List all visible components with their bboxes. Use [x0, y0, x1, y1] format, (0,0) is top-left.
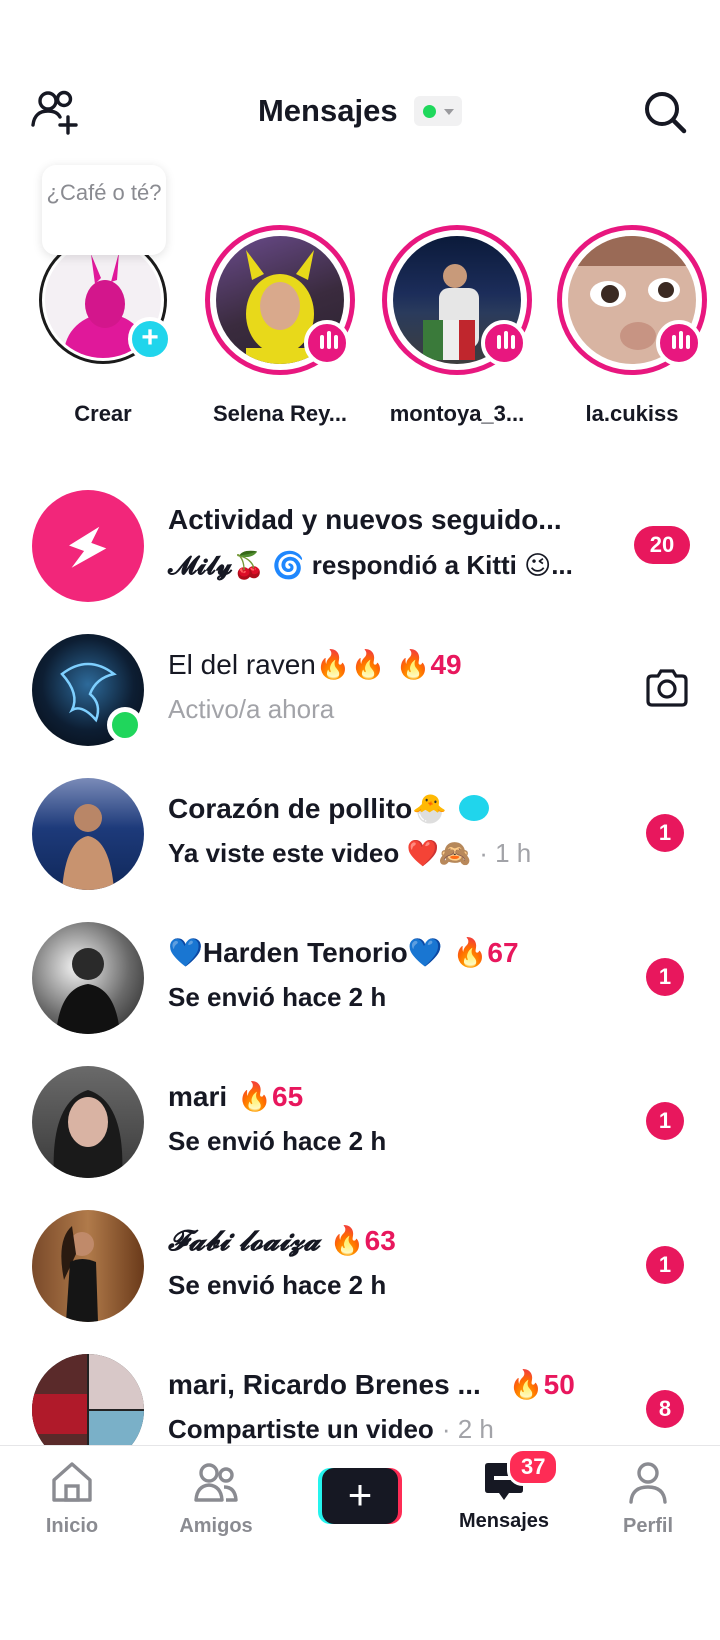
online-dot-icon	[423, 105, 437, 118]
search-icon[interactable]	[642, 89, 688, 135]
story-item[interactable]: la.cukiss	[557, 225, 707, 427]
inbox-count-badge: 37	[507, 1448, 560, 1486]
streak-count: 🔥49	[395, 649, 462, 680]
list-item[interactable]: 💙Harden Tenorio💙 🔥67 Se envió hace 2 h 1	[0, 922, 720, 1034]
conversation-preview: Se envió hace 2 h	[168, 1126, 387, 1156]
list-item[interactable]: Corazón de pollito🐣 Ya viste este video …	[0, 778, 720, 890]
story-name: Selena Rey...	[212, 401, 348, 426]
tab-perfil[interactable]: Perfil	[588, 1460, 708, 1538]
status-selector[interactable]	[414, 96, 463, 126]
camera-icon[interactable]	[644, 668, 690, 708]
tab-label: Amigos	[179, 1515, 253, 1537]
unread-badge: 1	[646, 814, 684, 852]
conversation-title: 💙Harden Tenorio💙 🔥67	[168, 937, 519, 968]
conversation-title: Corazón de pollito🐣	[168, 792, 490, 825]
story-ring	[557, 225, 707, 375]
chevron-down-icon	[444, 109, 455, 115]
streak-count: 🔥67	[452, 937, 519, 968]
conversation-preview: Se envió hace 2 h	[168, 982, 387, 1012]
friends-icon	[194, 1463, 238, 1502]
streak-count: 🔥65	[237, 1081, 304, 1112]
chat-badge-icon	[459, 795, 490, 821]
home-icon	[52, 1462, 92, 1502]
live-audio-icon	[656, 320, 702, 366]
bottom-nav: Inicio Amigos + 37 Mensajes Perfil	[0, 1445, 720, 1640]
story-name: Crear	[74, 401, 132, 426]
list-item[interactable]: El del raven🔥🔥 🔥49 Activo/a ahora	[0, 634, 720, 746]
story-ring: +	[39, 236, 172, 364]
note-bubble[interactable]: ¿Café o té?	[42, 165, 166, 255]
avatar	[32, 1066, 144, 1178]
conversation-preview: Ya viste este video ❤️🙈 · 1 h	[168, 838, 532, 868]
story-name: la.cukiss	[585, 401, 679, 426]
tab-amigos[interactable]: Amigos	[156, 1460, 276, 1538]
story-create[interactable]: + Crear	[28, 225, 178, 427]
avatar	[32, 1210, 144, 1322]
inbox-icon: 37	[481, 1448, 560, 1504]
add-story-icon[interactable]: +	[128, 317, 172, 361]
online-indicator	[107, 707, 143, 743]
streak-count: 🔥50	[508, 1369, 575, 1400]
story-item[interactable]: montoya_3...	[382, 225, 532, 427]
activity-icon	[32, 490, 144, 602]
unread-badge: 20	[634, 526, 690, 564]
conversation-preview: Activo/a ahora	[168, 694, 335, 724]
conversation-preview: Se envió hace 2 h	[168, 1270, 387, 1300]
conversation-title: Actividad y nuevos seguido...	[168, 504, 562, 535]
conversation-title: mari, Ricardo Brenes ... 🔥50	[168, 1369, 575, 1400]
avatar	[32, 922, 144, 1034]
tab-label: Mensajes	[458, 1510, 550, 1532]
unread-badge: 1	[646, 958, 684, 996]
list-item[interactable]: mari 🔥65 Se envió hace 2 h 1	[0, 1066, 720, 1178]
story-ring	[205, 225, 355, 375]
list-item-activity[interactable]: Actividad y nuevos seguido... 𝓜𝓲𝓵𝔂🍒 🌀 re…	[0, 490, 720, 602]
unread-badge: 1	[646, 1102, 684, 1140]
streak-count: 🔥63	[329, 1225, 396, 1256]
conversation-title: El del raven🔥🔥 🔥49	[168, 649, 462, 680]
create-button[interactable]: +	[318, 1468, 402, 1524]
plus-icon: +	[322, 1468, 398, 1524]
conversation-preview: Compartiste un video · 2 h	[168, 1414, 494, 1444]
conversation-title: mari 🔥65	[168, 1081, 304, 1112]
tab-label: Perfil	[622, 1515, 674, 1537]
profile-icon	[629, 1462, 667, 1504]
stories-row: ¿Café o té? + Crear Selena Rey... montoy…	[0, 165, 720, 435]
tab-mensajes[interactable]: 37 Mensajes	[444, 1448, 564, 1533]
tab-inicio[interactable]: Inicio	[12, 1460, 132, 1538]
story-ring	[382, 225, 532, 375]
avatar	[32, 778, 144, 890]
tab-label: Inicio	[45, 1515, 99, 1537]
story-name: montoya_3...	[389, 401, 525, 426]
live-audio-icon	[481, 320, 527, 366]
conversation-preview: 𝓜𝓲𝓵𝔂🍒 🌀 respondió a Kitti 😉...	[168, 550, 573, 580]
story-item[interactable]: Selena Rey...	[205, 225, 355, 427]
conversation-title: 𝓕𝓪𝓫𝓲 𝓵𝓸𝓪𝓲𝔃𝓪 🔥63	[168, 1224, 396, 1257]
live-audio-icon	[304, 320, 350, 366]
page-title: Mensajes	[257, 93, 398, 128]
list-item[interactable]: 𝓕𝓪𝓫𝓲 𝓵𝓸𝓪𝓲𝔃𝓪 🔥63 Se envió hace 2 h 1	[0, 1210, 720, 1322]
header: Mensajes	[0, 75, 720, 151]
unread-badge: 1	[646, 1246, 684, 1284]
unread-badge: 8	[646, 1390, 684, 1428]
